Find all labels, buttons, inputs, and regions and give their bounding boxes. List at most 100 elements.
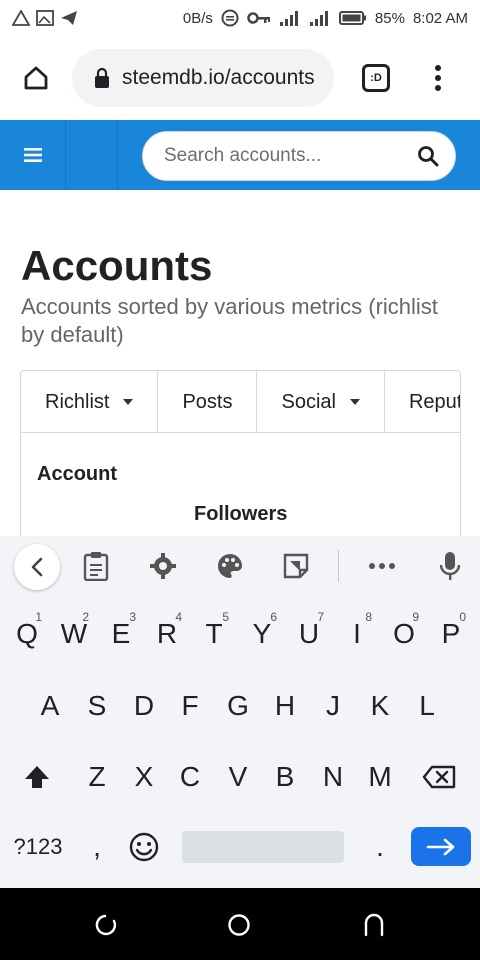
key-r[interactable]: R4 [144,602,190,666]
key-d[interactable]: D [121,674,167,738]
browser-toolbar: steemdb.io/accounts :D [0,36,480,120]
metric-tabs: Richlist Posts Social Reputation [21,371,460,433]
gear-icon [150,553,176,579]
search-box[interactable] [142,131,456,181]
key-b[interactable]: B [262,745,308,809]
theme-button[interactable] [212,548,248,584]
tab-richlist[interactable]: Richlist [21,371,159,433]
comma-key[interactable]: , [74,815,120,879]
column-header-followers[interactable]: Followers [194,503,287,526]
browser-menu-button[interactable] [418,36,458,120]
caret-down-icon [123,399,134,405]
tab-switcher-button[interactable]: :D [334,36,418,120]
gallery-icon [36,10,54,26]
home-circle-icon [228,914,250,936]
more-horiz-icon [369,563,395,569]
hamburger-button[interactable] [0,120,66,190]
microphone-icon [439,552,461,580]
key-p[interactable]: P0 [428,602,474,666]
sticker-icon [283,553,309,579]
status-notifications [12,10,78,26]
key-t[interactable]: T5 [191,602,237,666]
tab-label: Social [281,390,336,413]
key-a[interactable]: A [27,674,73,738]
key-w[interactable]: W2 [51,602,97,666]
recents-button[interactable] [90,908,124,942]
palette-icon [218,554,242,578]
key-n[interactable]: N [310,745,356,809]
key-e[interactable]: E3 [98,602,144,666]
arrow-right-icon [426,838,455,855]
address-bar[interactable]: steemdb.io/accounts [72,49,334,107]
signal-sim2-icon [309,9,331,27]
toolbar-divider [338,550,339,582]
period-key[interactable]: . [357,815,403,879]
vpn-key-icon [247,11,271,25]
chevron-left-icon [31,557,43,577]
voice-input-button[interactable] [432,548,468,584]
clock: 8:02 AM [412,9,468,27]
search-input[interactable] [164,145,417,167]
key-m[interactable]: M [357,745,403,809]
backspace-key[interactable] [416,745,462,809]
key-q[interactable]: Q1 [4,602,50,666]
symbols-key[interactable]: ?123 [6,815,70,879]
emoji-key[interactable] [121,815,167,879]
accounts-card: Richlist Posts Social Reputation Account… [20,370,461,550]
key-z[interactable]: Z [74,745,120,809]
key-j[interactable]: J [310,674,356,738]
settings-button[interactable] [145,548,181,584]
page-title: Accounts [21,242,213,289]
shift-key[interactable] [14,745,60,809]
sticker-button[interactable] [278,548,314,584]
net-speed: 0B/s [182,9,213,27]
more-options-button[interactable] [364,548,400,584]
battery-icon [338,11,367,25]
back-icon [364,913,384,937]
key-g[interactable]: G [215,674,261,738]
home-button[interactable] [0,36,72,120]
key-c[interactable]: C [167,745,213,809]
enter-key[interactable] [411,827,471,866]
status-bar: 0B/s 85% 8:02 AM [0,0,480,36]
column-header-account[interactable]: Account [37,463,117,486]
tab-label: Reputation [408,390,461,413]
tab-posts[interactable]: Posts [158,371,258,433]
battery-level: 85% [374,9,405,27]
key-s[interactable]: S [74,674,120,738]
emoji-icon [129,832,159,862]
lock-icon [95,67,109,88]
key-k[interactable]: K [357,674,403,738]
backspace-icon [422,765,456,789]
clipboard-button[interactable] [78,548,114,584]
warning-icon [12,10,30,26]
key-h[interactable]: H [262,674,308,738]
search-icon[interactable] [417,145,439,167]
key-f[interactable]: F [167,674,213,738]
key-l[interactable]: L [404,674,450,738]
hamburger-icon [23,148,42,162]
home-icon [24,66,48,90]
key-u[interactable]: U7 [286,602,332,666]
signal-sim1-icon [279,9,301,27]
tab-count: :D [362,64,390,92]
back-nav-button[interactable] [357,908,391,942]
keyboard-toolbar [0,536,480,596]
telegram-icon [60,10,78,26]
url-text: steemdb.io/accounts [122,66,315,89]
key-x[interactable]: X [121,745,167,809]
key-o[interactable]: O9 [381,602,427,666]
key-y[interactable]: Y6 [239,602,285,666]
home-nav-button[interactable] [222,908,256,942]
caret-down-icon [349,399,360,405]
space-key[interactable] [182,831,344,863]
clipboard-icon [83,552,109,581]
key-i[interactable]: I8 [334,602,380,666]
tab-label: Posts [182,390,233,413]
page-subtitle: Accounts sorted by various metrics (rich… [21,294,438,347]
key-v[interactable]: V [215,745,261,809]
tab-reputation[interactable]: Reputation [385,371,461,433]
keyboard-back-button[interactable] [14,544,60,590]
data-saver-icon [221,9,239,27]
tab-social[interactable]: Social [257,371,385,433]
